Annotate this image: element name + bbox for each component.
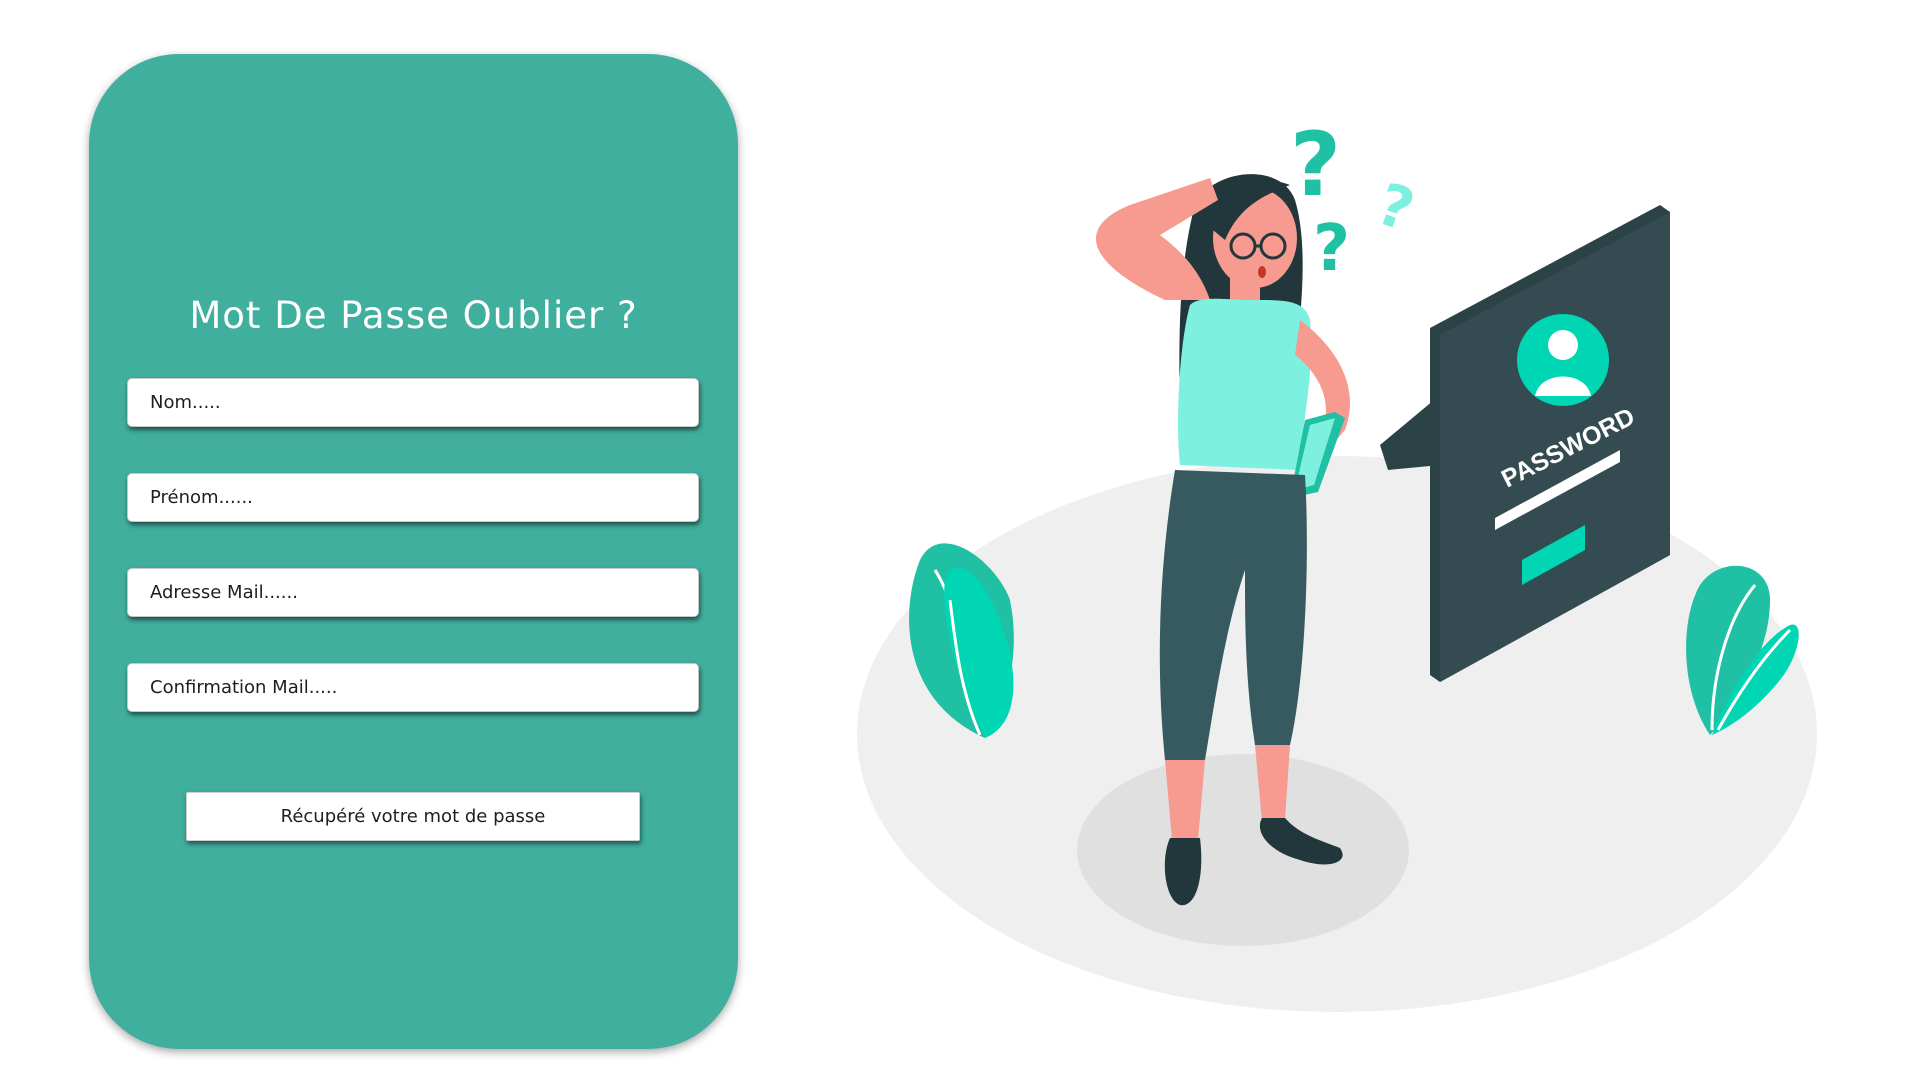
forgot-password-illustration: PASSWORD ? ? ?	[857, 113, 1817, 1012]
first-name-input[interactable]	[127, 473, 699, 522]
email-input[interactable]	[127, 568, 699, 617]
question-mark-icon: ?	[1290, 113, 1341, 216]
recover-password-button[interactable]: Récupéré votre mot de passe	[186, 792, 640, 841]
email-confirm-input[interactable]	[127, 663, 699, 712]
question-mark-icon: ?	[1313, 212, 1350, 286]
page: Mot De Passe Oublier ? Récupéré votre mo…	[0, 0, 1920, 1080]
forgot-password-card: Mot De Passe Oublier ? Récupéré votre mo…	[89, 54, 738, 1049]
question-mark-icon: ?	[1369, 170, 1422, 245]
floor-shadow	[1077, 754, 1409, 946]
last-name-input[interactable]	[127, 378, 699, 427]
page-title: Mot De Passe Oublier ?	[189, 294, 638, 337]
